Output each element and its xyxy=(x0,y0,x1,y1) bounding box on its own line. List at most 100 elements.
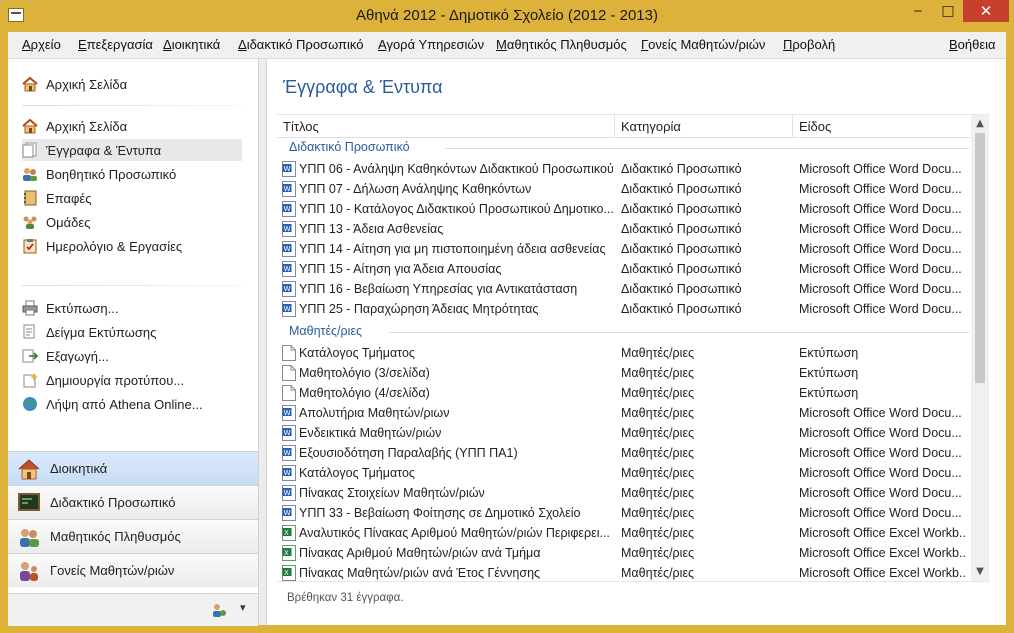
table-row[interactable]: Μαθητολόγιο (4/σελίδα) Μαθητές/ριες Εκτύπω… xyxy=(277,383,971,403)
splitter[interactable] xyxy=(259,59,267,625)
groups-icon xyxy=(22,214,38,230)
sidebar-options-bar: ▾ xyxy=(8,593,258,626)
svg-text:W: W xyxy=(284,489,291,497)
sidebar-item-groups[interactable]: Ομάδες xyxy=(22,211,242,233)
sidebar-item-label: Έγγραφα & Έντυπα xyxy=(46,142,162,158)
sidebar-item-calendar[interactable]: Ημερολόγιο & Εργασίες xyxy=(22,235,242,257)
column-header-type[interactable]: Είδος xyxy=(799,119,831,134)
sidebar-item-contacts[interactable]: Επαφές xyxy=(22,187,242,209)
action-download-online[interactable]: Λήψη από Athena Online... xyxy=(22,393,242,415)
table-row[interactable]: X Αναλυτικός Πίνακας Αριθμού Μαθητών/ριών… xyxy=(277,523,971,543)
cell-type: Microsoft Office Word Docu... xyxy=(799,302,962,316)
table-row[interactable]: W Πίνακας Στοιχείων Μαθητών/ριών Μαθητές/ρ… xyxy=(277,483,971,503)
group-header[interactable]: Μαθητές/ριες xyxy=(289,324,362,338)
sidebar-item-home[interactable]: Αρχική Σελίδα xyxy=(22,115,242,137)
cell-title: Απολυτήρια Μαθητών/ριων xyxy=(299,406,450,420)
cell-title: Πίνακας Στοιχείων Μαθητών/ριών xyxy=(299,486,485,500)
menu-edit[interactable]: Επεξεργασία xyxy=(78,37,153,52)
chevron-down-icon[interactable]: ▾ xyxy=(240,601,246,614)
column-divider[interactable] xyxy=(614,115,615,137)
menu-administration[interactable]: Διοικητικά xyxy=(163,37,220,52)
scroll-down-icon[interactable]: ▼ xyxy=(971,563,989,581)
column-divider[interactable] xyxy=(792,115,793,137)
menu-file[interactable]: Αρχείο xyxy=(22,37,61,52)
menu-students[interactable]: Μαθητικός Πληθυσμός xyxy=(496,37,627,52)
home-icon xyxy=(22,76,38,92)
cell-category: Διδακτικό Προσωπικό xyxy=(621,242,742,256)
action-create-template[interactable]: Δημιουργία προτύπου... xyxy=(22,369,242,391)
table-row[interactable]: W ΥΠΠ 25 - Παραχώρηση Άδειας Μητρότητας Δι… xyxy=(277,299,971,319)
cell-title: Κατάλογος Τμήματος xyxy=(299,346,415,360)
menu-view[interactable]: Προβολή xyxy=(783,37,835,52)
sidebar-item-documents[interactable]: Έγγραφα & Έντυπα xyxy=(22,139,242,161)
cell-type: Microsoft Office Excel Workb... xyxy=(799,566,965,580)
table-row[interactable]: W Ενδεικτικά Μαθητών/ριών Μαθητές/ριες Micr… xyxy=(277,423,971,443)
cell-category: Διδακτικό Προσωπικό xyxy=(621,162,742,176)
sidebar-item-support-staff[interactable]: Βοηθητικό Προσωπικό xyxy=(22,163,242,185)
cell-title: ΥΠΠ 25 - Παραχώρηση Άδειας Μητρότητας xyxy=(299,302,539,316)
table-row[interactable]: W ΥΠΠ 14 - Αίτηση για μη πιστοποιημένη άδ… xyxy=(277,239,971,259)
word-doc-icon: W xyxy=(282,405,296,421)
table-row[interactable]: W ΥΠΠ 13 - Άδεια Ασθενείας Διδακτικό Προσω… xyxy=(277,219,971,239)
action-label: Δημιουργία προτύπου... xyxy=(46,372,185,388)
table-row[interactable]: W Κατάλογος Τμήματος Μαθητές/ριες Microsoft… xyxy=(277,463,971,483)
status-text: Βρέθηκαν 31 έγγραφα. xyxy=(287,592,404,604)
cell-title: ΥΠΠ 07 - Δήλωση Ανάληψης Καθηκόντων xyxy=(299,182,532,196)
column-header-title[interactable]: Τίτλος xyxy=(283,119,319,134)
section-parents[interactable]: Γονείς Μαθητών/ριών xyxy=(8,553,258,587)
cell-title: ΥΠΠ 06 - Ανάληψη Καθηκόντων Διδακτικού Π… xyxy=(299,162,613,176)
action-print[interactable]: Εκτύπωση... xyxy=(22,297,242,319)
table-row[interactable]: W ΥΠΠ 15 - Αίτηση για Άδεια Απουσίας Διδακ… xyxy=(277,259,971,279)
table-row[interactable]: X Πίνακας Αριθμού Μαθητών/ριών ανά Τμήμα Μ… xyxy=(277,543,971,563)
table-row[interactable]: W ΥΠΠ 16 - Βεβαίωση Υπηρεσίας για Αντικατ… xyxy=(277,279,971,299)
maximize-button[interactable]: □ xyxy=(933,0,963,22)
action-label: Λήψη από Athena Online... xyxy=(46,396,203,412)
section-teaching-staff[interactable]: Διδακτικό Προσωπικό xyxy=(8,485,258,519)
table-row[interactable]: Μαθητολόγιο (3/σελίδα) Μαθητές/ριες Εκτύπω… xyxy=(277,363,971,383)
table-row[interactable]: Κατάλογος Τμήματος Μαθητές/ριες Εκτύπωση xyxy=(277,343,971,363)
vertical-scrollbar[interactable]: ▲ ▼ xyxy=(971,115,989,581)
cell-type: Εκτύπωση xyxy=(799,366,859,380)
svg-text:W: W xyxy=(284,205,291,213)
table-row[interactable]: W ΥΠΠ 33 - Βεβαίωση Φοίτησης σε Δημοτικό … xyxy=(277,503,971,523)
cell-category: Μαθητές/ριες xyxy=(621,486,695,500)
menu-help[interactable]: Βοήθεια xyxy=(949,37,996,52)
action-print-preview[interactable]: Δείγμα Εκτύπωσης xyxy=(22,321,242,343)
svg-text:X: X xyxy=(284,569,289,577)
svg-text:W: W xyxy=(284,429,291,437)
parents-icon xyxy=(18,560,40,582)
cell-type: Microsoft Office Word Docu... xyxy=(799,426,962,440)
word-doc-icon: W xyxy=(282,301,296,317)
action-export[interactable]: Εξαγωγή... xyxy=(22,345,242,367)
minimize-button[interactable]: ‒ xyxy=(903,0,933,22)
word-doc-icon: W xyxy=(282,261,296,277)
table-row[interactable]: W Απολυτήρια Μαθητών/ριων Μαθητές/ριες Micr… xyxy=(277,403,971,423)
close-button[interactable]: ✕ xyxy=(963,0,1009,22)
cell-type: Εκτύπωση xyxy=(799,386,859,400)
menu-parents[interactable]: Γονείς Μαθητών/ριών xyxy=(641,37,765,52)
sidebar-home-top[interactable]: Αρχική Σελίδα xyxy=(22,73,242,95)
word-doc-icon: W xyxy=(282,425,296,441)
section-administration[interactable]: Διοικητικά xyxy=(8,451,258,485)
menu-services[interactable]: Αγορά Υπηρεσιών xyxy=(378,37,484,52)
table-row[interactable]: W Εξουσιοδότηση Παραλαβής (ΥΠΠ ΠΑ1) Μαθητέ… xyxy=(277,443,971,463)
cell-category: Διδακτικό Προσωπικό xyxy=(621,222,742,236)
page-icon xyxy=(282,365,296,381)
table-row[interactable]: W ΥΠΠ 07 - Δήλωση Ανάληψης Καθηκόντων Διδα… xyxy=(277,179,971,199)
scroll-up-icon[interactable]: ▲ xyxy=(971,115,989,133)
column-header-category[interactable]: Κατηγορία xyxy=(621,119,681,134)
table-row[interactable]: X Πίνακας Μαθητών/ριών ανά Έτος Γέννησης Μ… xyxy=(277,563,971,581)
section-students[interactable]: Μαθητικός Πληθυσμός xyxy=(8,519,258,553)
group-header[interactable]: Διδακτικό Προσωπικό xyxy=(289,140,410,154)
table-row[interactable]: W ΥΠΠ 06 - Ανάληψη Καθηκόντων Διδακτικού … xyxy=(277,159,971,179)
action-label: Εξαγωγή... xyxy=(46,348,109,364)
scroll-thumb[interactable] xyxy=(975,133,985,383)
cell-type: Microsoft Office Word Docu... xyxy=(799,202,962,216)
table-row[interactable]: W ΥΠΠ 10 - Κατάλογος Διδακτικού Προσωπικο… xyxy=(277,199,971,219)
menu-teaching-staff[interactable]: Διδακτικό Προσωπικό xyxy=(238,37,363,52)
configure-sections-icon[interactable] xyxy=(211,602,227,618)
svg-text:W: W xyxy=(284,305,291,313)
sidebar-item-label: Επαφές xyxy=(46,190,92,206)
cell-title: ΥΠΠ 13 - Άδεια Ασθενείας xyxy=(299,222,444,236)
documents-icon xyxy=(22,142,38,158)
